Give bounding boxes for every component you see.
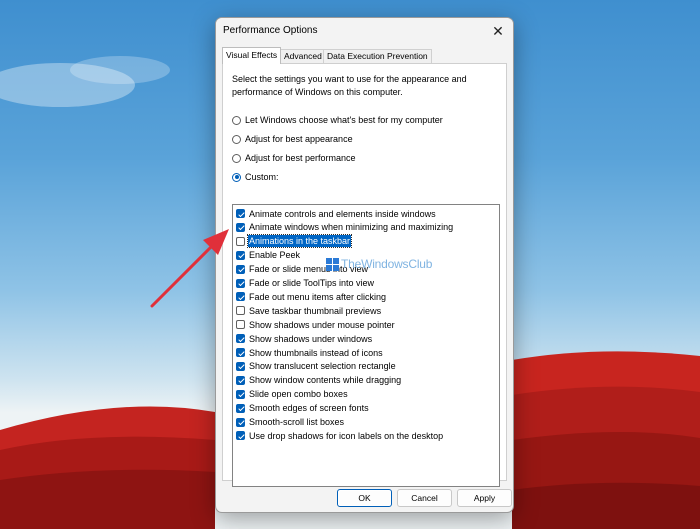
effect-label: Animations in the taskbar [246, 234, 353, 249]
effect-row[interactable]: Save taskbar thumbnail previews [236, 304, 382, 317]
effect-label: Fade out menu items after clicking [249, 291, 387, 302]
checkbox-checked[interactable] [236, 292, 245, 302]
radio-button[interactable] [232, 134, 241, 144]
checkbox-unchecked[interactable] [236, 236, 245, 246]
effect-label: Show shadows under mouse pointer [249, 319, 395, 330]
radio-button[interactable] [232, 115, 241, 125]
checkbox-checked[interactable] [236, 389, 245, 399]
checkbox-unchecked[interactable] [236, 320, 245, 330]
dialog-title: Performance Options [223, 25, 318, 36]
effect-row[interactable]: Animate controls and elements inside win… [236, 207, 437, 220]
checkbox-checked[interactable] [236, 334, 245, 344]
visual-effects-panel: Select the settings you want to use for … [222, 63, 507, 487]
effect-row[interactable]: Show translucent selection rectangle [236, 360, 397, 373]
tab-visual-effects[interactable]: Visual Effects [222, 47, 282, 64]
checkbox-checked[interactable] [236, 361, 245, 371]
effect-row[interactable]: Fade out menu items after clicking [236, 290, 387, 303]
effect-row[interactable]: Show shadows under windows [236, 332, 373, 345]
effect-row[interactable]: Animations in the taskbar [236, 234, 353, 249]
effect-row[interactable]: Slide open combo boxes [236, 388, 349, 401]
effect-label: Save taskbar thumbnail previews [249, 305, 382, 316]
checkbox-checked[interactable] [236, 250, 245, 260]
checkbox-unchecked[interactable] [236, 306, 245, 316]
radio-label: Adjust for best appearance [245, 134, 353, 144]
checkbox-checked[interactable] [236, 222, 245, 232]
effect-label: Smooth edges of screen fonts [249, 403, 369, 414]
effect-label: Show window contents while dragging [249, 375, 402, 386]
effect-label: Smooth-scroll list boxes [249, 417, 345, 427]
radio-best-appearance[interactable]: Adjust for best appearance [232, 132, 353, 146]
effect-label: Animate windows when minimizing and maxi… [249, 222, 454, 233]
checkbox-checked[interactable] [236, 431, 245, 441]
visual-effects-list[interactable]: Animate controls and elements inside win… [232, 204, 500, 487]
effect-row[interactable]: Enable Peek [236, 249, 301, 262]
watermark-text: TheWindowsClub [341, 257, 433, 271]
tab-data-execution-prevention[interactable]: Data Execution Prevention [323, 49, 432, 63]
effect-row[interactable]: Use drop shadows for icon labels on the … [236, 429, 444, 442]
effect-label: Show thumbnails instead of icons [249, 347, 383, 358]
effect-label: Enable Peek [249, 250, 301, 261]
windows-logo-icon [326, 257, 339, 271]
effect-row[interactable]: Show thumbnails instead of icons [236, 346, 384, 359]
effect-row[interactable]: Smooth edges of screen fonts [236, 402, 370, 415]
checkbox-checked[interactable] [236, 403, 245, 413]
effect-label: Show translucent selection rectangle [249, 361, 396, 372]
description-text: Select the settings you want to use for … [232, 74, 467, 97]
radio-label: Let Windows choose what's best for my co… [245, 115, 443, 125]
apply-button[interactable]: Apply [457, 489, 512, 507]
effect-row[interactable]: Show shadows under mouse pointer [236, 318, 396, 331]
effect-label: Show shadows under windows [249, 333, 373, 344]
effect-row[interactable]: Fade or slide ToolTips into view [236, 277, 375, 290]
effect-row[interactable]: Smooth-scroll list boxes [236, 416, 345, 429]
radio-best-performance[interactable]: Adjust for best performance [232, 151, 356, 165]
cancel-button[interactable]: Cancel [397, 489, 452, 507]
close-icon[interactable]: ✕ [483, 18, 513, 44]
radio-let-windows-choose[interactable]: Let Windows choose what's best for my co… [232, 113, 443, 127]
radio-custom[interactable]: Custom: [232, 170, 279, 184]
effect-label: Slide open combo boxes [249, 389, 348, 400]
watermark: TheWindowsClub [326, 256, 432, 272]
checkbox-checked[interactable] [236, 278, 245, 288]
effect-row[interactable]: Animate windows when minimizing and maxi… [236, 221, 454, 234]
radio-button[interactable] [232, 153, 241, 163]
tab-advanced[interactable]: Advanced [280, 49, 326, 63]
checkbox-checked[interactable] [236, 417, 245, 427]
radio-button-selected[interactable] [232, 172, 241, 182]
checkbox-checked[interactable] [236, 348, 245, 357]
checkbox-checked[interactable] [236, 264, 245, 274]
ok-button[interactable]: OK [337, 489, 392, 507]
checkbox-checked[interactable] [236, 375, 245, 385]
effect-label: Fade or slide ToolTips into view [249, 278, 375, 288]
effect-label: Animate controls and elements inside win… [249, 208, 436, 219]
effect-label: Use drop shadows for icon labels on the … [249, 430, 444, 441]
radio-label: Custom: [245, 172, 279, 182]
dialog-footer: OK Cancel Apply [216, 484, 513, 512]
checkbox-checked[interactable] [236, 209, 245, 218]
radio-label: Adjust for best performance [245, 153, 356, 163]
effect-row[interactable]: Show window contents while dragging [236, 374, 402, 387]
title-bar[interactable]: Performance Options ✕ [216, 18, 513, 44]
